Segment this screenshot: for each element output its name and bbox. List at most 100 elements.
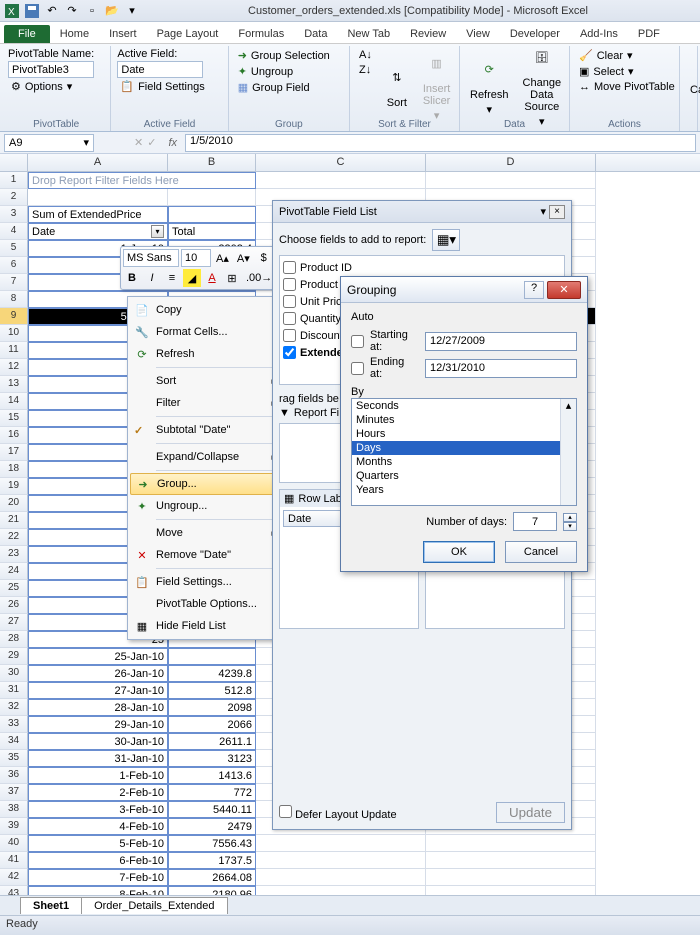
pivot-date-cell[interactable]: 31-Jan-10 (28, 750, 168, 767)
select-button[interactable]: ▣ Select ▾ (576, 64, 678, 79)
close-field-list-icon[interactable]: × (549, 205, 565, 219)
fill-color-icon[interactable]: ◢ (183, 269, 201, 287)
ctx-move[interactable]: Move▸ (130, 522, 282, 544)
report-filter-drop[interactable]: Drop Report Filter Fields Here (28, 172, 256, 189)
ctx-refresh[interactable]: ⟳Refresh (130, 343, 282, 365)
scrollbar[interactable]: ▴ (560, 399, 576, 505)
tab-pdf[interactable]: PDF (628, 25, 670, 43)
starting-at-checkbox[interactable] (351, 335, 364, 348)
tab-page-layout[interactable]: Page Layout (147, 25, 229, 43)
pivot-sum-label[interactable]: Sum of ExtendedPrice (28, 206, 168, 223)
pivot-value-cell[interactable]: 7556.43 (168, 835, 256, 852)
by-option-minutes[interactable]: Minutes (352, 413, 576, 427)
col-header-a[interactable]: A (28, 154, 168, 171)
ctx-field-settings[interactable]: 📋Field Settings... (130, 571, 282, 593)
tab-home[interactable]: Home (50, 25, 99, 43)
ctx-ungroup[interactable]: ✦Ungroup... (130, 495, 282, 517)
tab-add-ins[interactable]: Add-Ins (570, 25, 628, 43)
col-header-c[interactable]: C (256, 154, 426, 171)
open-icon[interactable]: 📂 (104, 3, 120, 19)
number-of-days-input[interactable] (513, 512, 557, 531)
pivot-date-cell[interactable]: 28-Jan-10 (28, 699, 168, 716)
by-option-quarters[interactable]: Quarters (352, 469, 576, 483)
pivot-date-cell[interactable]: 26-Jan-10 (28, 665, 168, 682)
pivot-date-cell[interactable]: 30-Jan-10 (28, 733, 168, 750)
tab-formulas[interactable]: Formulas (228, 25, 294, 43)
ctx-remove[interactable]: ✕Remove "Date" (130, 544, 282, 566)
chevron-down-icon[interactable]: ▾ (83, 136, 89, 149)
ok-button[interactable]: OK (423, 541, 495, 563)
cancel-formula-icon[interactable]: ✕ (134, 136, 143, 149)
by-option-hours[interactable]: Hours (352, 427, 576, 441)
ctx-copy[interactable]: 📄Copy (130, 299, 282, 321)
tab-insert[interactable]: Insert (99, 25, 147, 43)
pivot-value-cell[interactable]: 512.8 (168, 682, 256, 699)
bold-icon[interactable]: B (123, 269, 141, 287)
pivot-value-cell[interactable]: 2479 (168, 818, 256, 835)
fx-icon[interactable]: fx (168, 137, 177, 149)
pivot-value-cell[interactable]: 1413.6 (168, 767, 256, 784)
tab-view[interactable]: View (456, 25, 500, 43)
pivot-value-cell[interactable]: 2664.08 (168, 869, 256, 886)
pivot-value-cell[interactable]: 1737.5 (168, 852, 256, 869)
pivot-value-cell[interactable]: 2066 (168, 716, 256, 733)
defer-update-checkbox[interactable]: Defer Layout Update (279, 805, 397, 821)
days-spinner[interactable]: ▴▾ (563, 513, 577, 531)
select-all-corner[interactable] (0, 154, 28, 171)
name-box[interactable]: A9▾ (4, 134, 94, 152)
align-icon[interactable]: ≡ (163, 269, 181, 287)
ungroup-button[interactable]: ✦ Ungroup (235, 64, 333, 79)
pivot-value-cell[interactable]: 2611.1 (168, 733, 256, 750)
redo-icon[interactable]: ↷ (64, 3, 80, 19)
new-icon[interactable]: ▫ (84, 3, 100, 19)
sheet-tab-order-details[interactable]: Order_Details_Extended (81, 897, 227, 914)
col-header-b[interactable]: B (168, 154, 256, 171)
shrink-font-icon[interactable]: A▾ (234, 249, 253, 267)
ctx-expand-collapse[interactable]: Expand/Collapse▸ (130, 446, 282, 468)
qat-dropdown-icon[interactable]: ▾ (124, 3, 140, 19)
currency-icon[interactable]: $ (255, 249, 273, 267)
border-icon[interactable]: ⊞ (223, 269, 241, 287)
ending-at-checkbox[interactable] (351, 362, 364, 375)
pivot-value-cell[interactable]: 772 (168, 784, 256, 801)
starting-at-input[interactable] (425, 332, 577, 351)
pivot-date-cell[interactable]: 27-Jan-10 (28, 682, 168, 699)
col-header-d[interactable]: D (426, 154, 596, 171)
pivot-date-cell[interactable]: 29-Jan-10 (28, 716, 168, 733)
tab-review[interactable]: Review (400, 25, 456, 43)
pivot-date-cell[interactable]: 4-Feb-10 (28, 818, 168, 835)
help-icon[interactable]: ? (524, 281, 544, 299)
sort-asc-button[interactable]: A↓ (356, 48, 375, 62)
ctx-format-cells[interactable]: 🔧Format Cells... (130, 321, 282, 343)
undo-icon[interactable]: ↶ (44, 3, 60, 19)
field-settings-button[interactable]: 📋 Field Settings (117, 79, 207, 94)
ctx-sort[interactable]: Sort▸ (130, 370, 282, 392)
sheet-tab-sheet1[interactable]: Sheet1 (20, 897, 82, 914)
mini-font-input[interactable] (123, 249, 179, 267)
ctx-subtotal[interactable]: ✓Subtotal "Date" (130, 419, 282, 441)
pivot-date-cell[interactable]: 3-Feb-10 (28, 801, 168, 818)
ctx-group[interactable]: ➜Group... (130, 473, 282, 495)
by-option-seconds[interactable]: Seconds (352, 399, 576, 413)
filter-dropdown-icon[interactable]: ▾ (151, 225, 164, 238)
pivot-date-header[interactable]: Date▾ (28, 223, 168, 240)
clear-button[interactable]: 🧹 Clear ▾ (576, 48, 678, 63)
options-button[interactable]: ⚙ Options ▾ (8, 79, 94, 94)
italic-icon[interactable]: I (143, 269, 161, 287)
layout-options-button[interactable]: ▦▾ (432, 229, 460, 251)
mini-size-input[interactable] (181, 249, 211, 267)
group-selection-button[interactable]: ➜ Group Selection (235, 48, 333, 63)
pivot-value-cell[interactable]: 3123 (168, 750, 256, 767)
calculations-button[interactable]: Ca (686, 48, 700, 131)
tab-developer[interactable]: Developer (500, 25, 570, 43)
save-icon[interactable] (24, 3, 40, 19)
close-dialog-icon[interactable]: ✕ (547, 281, 581, 299)
by-list[interactable]: SecondsMinutesHoursDaysMonthsQuartersYea… (351, 398, 577, 506)
pivot-date-cell[interactable]: 7-Feb-10 (28, 869, 168, 886)
enter-formula-icon[interactable]: ✓ (147, 136, 156, 149)
pivot-date-cell[interactable]: 1-Feb-10 (28, 767, 168, 784)
pivottable-name-input[interactable] (8, 61, 94, 78)
pivot-value-cell[interactable]: 4239.8 (168, 665, 256, 682)
font-color-icon[interactable]: A (203, 269, 221, 287)
group-field-button[interactable]: ▦ Group Field (235, 80, 333, 95)
